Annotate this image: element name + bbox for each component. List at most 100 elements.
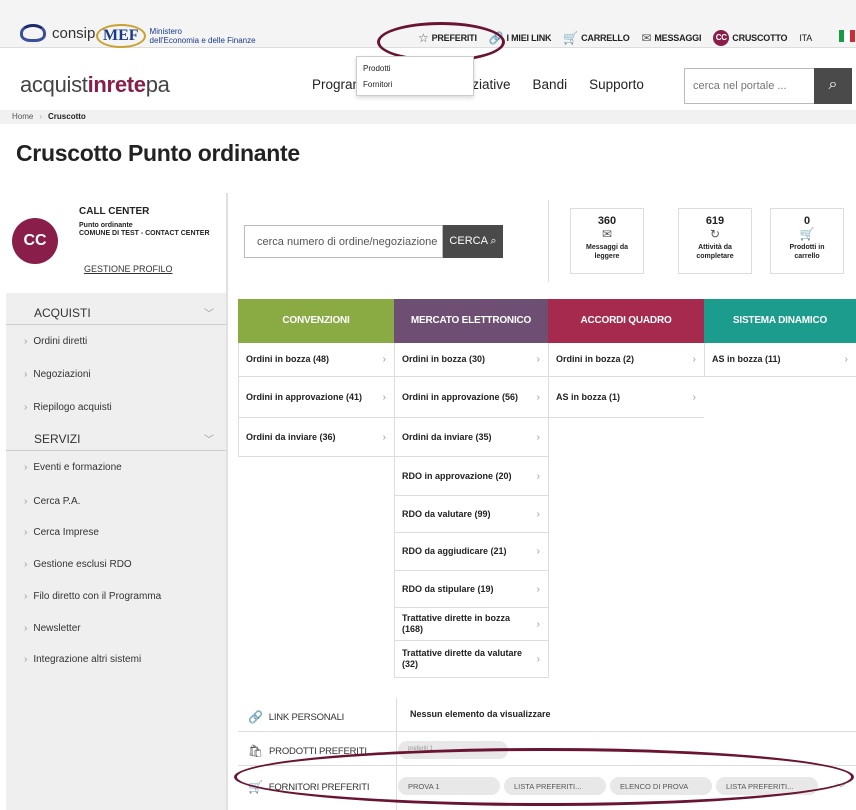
italy-flag-icon[interactable] [839,30,855,42]
chevron-right-icon: › [24,369,28,380]
brand-logo[interactable]: acquistinretepa [20,72,170,98]
order-search-button[interactable]: CERCA ⌕ [443,225,503,258]
sidebar-section-acquisti[interactable]: ACQUISTI ﹀ [6,299,226,325]
item-label: Ordini in bozza (30) [402,354,486,364]
sidebar-item-cerca-pa[interactable]: › Cerca P.A. [6,496,226,507]
column-border [704,343,705,377]
language-label: ITA [799,33,813,43]
main-nav-bandi[interactable]: Bandi [533,77,568,92]
column-item[interactable]: Ordini da inviare (35) › [394,418,548,457]
chevron-right-icon: › [24,527,28,538]
item-label: Trattative dirette da valutare (32) [402,648,523,669]
stat-messaggi[interactable]: 360 ✉ Messaggi da leggere [570,208,644,274]
sidebar-item-gestione-esclusi[interactable]: › Gestione esclusi RDO [6,559,226,570]
top-nav-cruscotto[interactable]: CC CRUSCOTTO [713,30,788,46]
column-item[interactable]: RDO da stipulare (19) › [394,571,548,608]
product-star-icon: 🛍 [248,744,264,758]
stat-label: Messaggi da leggere [585,244,628,260]
column-item[interactable]: Ordini in bozza (30) › [394,343,548,377]
sidebar-item-label: Riepilogo acquisti [33,402,112,413]
sidebar-item-label: Integrazione altri sistemi [33,654,142,665]
item-label: RDO da aggiudicare (21) [402,546,507,556]
dropdown-item-prodotti[interactable]: Prodotti [363,61,467,77]
column-item[interactable]: Ordini da inviare (36) › [238,418,394,457]
column-border [394,343,395,678]
sidebar-item-negoziazioni[interactable]: › Negoziazioni [6,369,226,380]
brand-part: inrete [87,72,146,97]
item-label: Ordini da inviare (36) [246,431,336,442]
column-item[interactable]: RDO in approvazione (20) › [394,457,548,496]
chevron-right-icon: › [536,470,540,482]
main-nav-supporto[interactable]: Supporto [589,77,644,92]
gestione-profilo-link[interactable]: GESTIONE PROFILO [84,264,173,274]
chevron-right-icon: › [24,623,28,634]
breadcrumb-home[interactable]: Home [12,112,33,122]
column-item[interactable]: Trattative dirette in bozza (168) › [394,608,548,641]
chevron-right-icon: › [382,431,386,443]
preferiti-dropdown: Prodotti Fornitori [356,56,474,96]
user-badge-icon: CC [713,30,730,46]
sidebar-item-filo-diretto[interactable]: › Filo diretto con il Programma [6,591,226,602]
column-item[interactable]: Trattative dirette da valutare (32) › [394,641,548,678]
stat-carrello[interactable]: 0 🛒 Prodotti in carrello [770,208,844,274]
sidebar-item-riepilogo-acquisti[interactable]: › Riepilogo acquisti [6,402,226,413]
mef-logo[interactable]: MEF Ministero dell'Economia e delle Finan… [96,24,256,48]
stat-attivita[interactable]: 619 ↻ Attività da completare [678,208,752,274]
column-border [548,343,549,678]
sidebar-item-label: Gestione esclusi RDO [33,559,132,570]
chevron-right-icon: › [536,431,540,443]
portal-search-input[interactable]: cerca nel portale ... [684,68,814,104]
brand-part: acquist [20,72,88,97]
order-search-input[interactable]: cerca numero di ordine/negoziazione [244,225,443,258]
column-header[interactable]: CONVENZIONI [238,299,394,343]
search-icon[interactable]: ⌕ [814,68,852,104]
link-personali-label: 🔗 LINK PERSONALI [248,710,344,724]
column-header[interactable]: ACCORDI QUADRO [548,299,704,343]
column-item[interactable]: RDO da valutare (99) › [394,496,548,533]
sidebar-item-newsletter[interactable]: › Newsletter [6,623,226,634]
chevron-right-icon: › [536,583,540,595]
column-item[interactable]: Ordini in bozza (2) › [548,343,704,377]
top-nav-label: CARRELLO [581,33,630,43]
column-header[interactable]: MERCATO ELETTRONICO [394,299,548,343]
sidebar-item-label: Filo diretto con il Programma [33,591,162,602]
profile-role: Punto ordinante COMUNE DI TEST - CONTACT … [79,222,210,237]
column-item[interactable]: Ordini in approvazione (41) › [238,377,394,418]
column-item[interactable]: AS in bozza (11) › [704,343,856,377]
search-icon: ⌕ [490,235,497,247]
sidebar-item-eventi[interactable]: › Eventi e formazione [6,462,226,473]
chevron-right-icon: › [536,653,540,665]
column-item[interactable]: RDO da aggiudicare (21) › [394,533,548,571]
consip-logo[interactable]: consip [20,24,95,42]
breadcrumb-current: Cruscotto [48,112,86,121]
column-header[interactable]: SISTEMA DINAMICO [704,299,856,343]
button-label: CERCA [449,235,488,247]
chevron-right-icon: › [536,618,540,630]
refresh-icon: ↻ [709,227,721,241]
chevron-right-icon: › [24,654,28,665]
language-selector[interactable]: ITA [799,33,812,43]
chevron-right-icon: › [24,462,28,473]
sidebar-item-integrazione[interactable]: › Integrazione altri sistemi [6,654,226,665]
sidebar-section-servizi[interactable]: SERVIZI ﹀ [6,425,226,451]
column-item[interactable]: Ordini in approvazione (56) › [394,377,548,418]
mail-icon: ✉ [641,31,652,45]
chevron-right-icon: › [536,508,540,520]
chevron-right-icon: › [382,391,386,403]
chevron-right-icon: › [692,391,696,403]
sidebar-item-label: Cerca P.A. [33,496,81,507]
column-item[interactable]: AS in bozza (1) › [548,377,704,418]
top-nav-label: I MIEI LINK [506,33,552,43]
mef-text: Ministero dell'Economia e delle Finanze [149,27,256,45]
sidebar-item-cerca-imprese[interactable]: › Cerca Imprese [6,527,226,538]
sidebar-item-ordini-diretti[interactable]: › Ordini diretti [6,336,226,347]
consip-logo-text: consip [52,24,96,42]
chevron-right-icon: › [24,591,28,602]
column-item[interactable]: Ordini in bozza (48) › [238,343,394,377]
dropdown-item-fornitori[interactable]: Fornitori [363,77,467,93]
top-nav-messaggi[interactable]: ✉ MESSAGGI [642,31,702,45]
stats-separator [548,200,549,282]
top-nav-carrello[interactable]: 🛒 CARRELLO [563,31,629,45]
chevron-right-icon: › [536,546,540,557]
stat-value: 619 [705,215,725,227]
